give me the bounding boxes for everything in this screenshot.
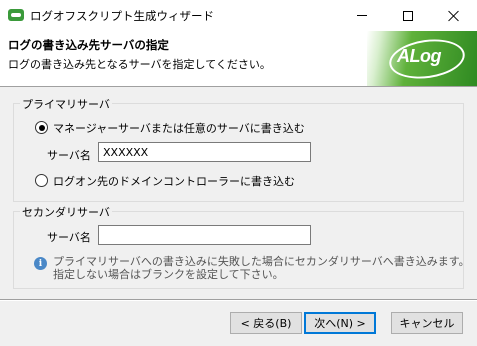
primary-server-legend: プライマリサーバ: [20, 96, 112, 112]
secondary-info-line2: 指定しない場合はブランクを設定して下さい。: [53, 268, 284, 281]
secondary-server-legend: セカンダリサーバ: [20, 204, 112, 220]
page-title: ログの書き込み先サーバの指定: [8, 38, 169, 52]
manager-server-radio[interactable]: [35, 121, 48, 134]
wizard-header: ログの書き込み先サーバの指定 ログの書き込み先となるサーバを指定してください。 …: [0, 31, 477, 87]
maximize-button[interactable]: [385, 0, 431, 31]
primary-server-name-input[interactable]: [98, 142, 311, 162]
secondary-server-name-input[interactable]: [98, 225, 311, 245]
logo-text: ALog: [397, 46, 441, 66]
info-icon: i: [34, 257, 47, 270]
domain-controller-radio-label[interactable]: ログオン先のドメインコントローラーに書き込む: [53, 173, 295, 189]
secondary-info-line1: プライマリサーバへの書き込みに失敗した場合にセカンダリサーバへ書き込みます。: [53, 255, 470, 268]
title-bar: ログオフスクリプト生成ウィザード: [0, 0, 477, 31]
cancel-button[interactable]: キャンセル: [391, 312, 463, 334]
secondary-server-name-label: サーバ名: [47, 231, 91, 244]
primary-server-name-label: サーバ名: [47, 149, 91, 162]
alog-logo: ALog: [367, 31, 477, 86]
page-subtitle: ログの書き込み先となるサーバを指定してください。: [8, 58, 271, 71]
close-icon: [448, 10, 460, 22]
window-title: ログオフスクリプト生成ウィザード: [30, 9, 214, 23]
close-button[interactable]: [431, 0, 477, 31]
domain-controller-radio[interactable]: [35, 174, 48, 187]
minimize-icon: [357, 15, 367, 16]
minimize-button[interactable]: [339, 0, 385, 31]
next-button[interactable]: 次へ(N) >: [304, 312, 376, 334]
footer-separator: [0, 299, 477, 301]
back-button[interactable]: < 戻る(B): [230, 312, 302, 334]
maximize-icon: [403, 10, 413, 21]
manager-server-radio-label[interactable]: マネージャーサーバまたは任意のサーバに書き込む: [53, 120, 305, 136]
app-icon: [8, 9, 24, 21]
